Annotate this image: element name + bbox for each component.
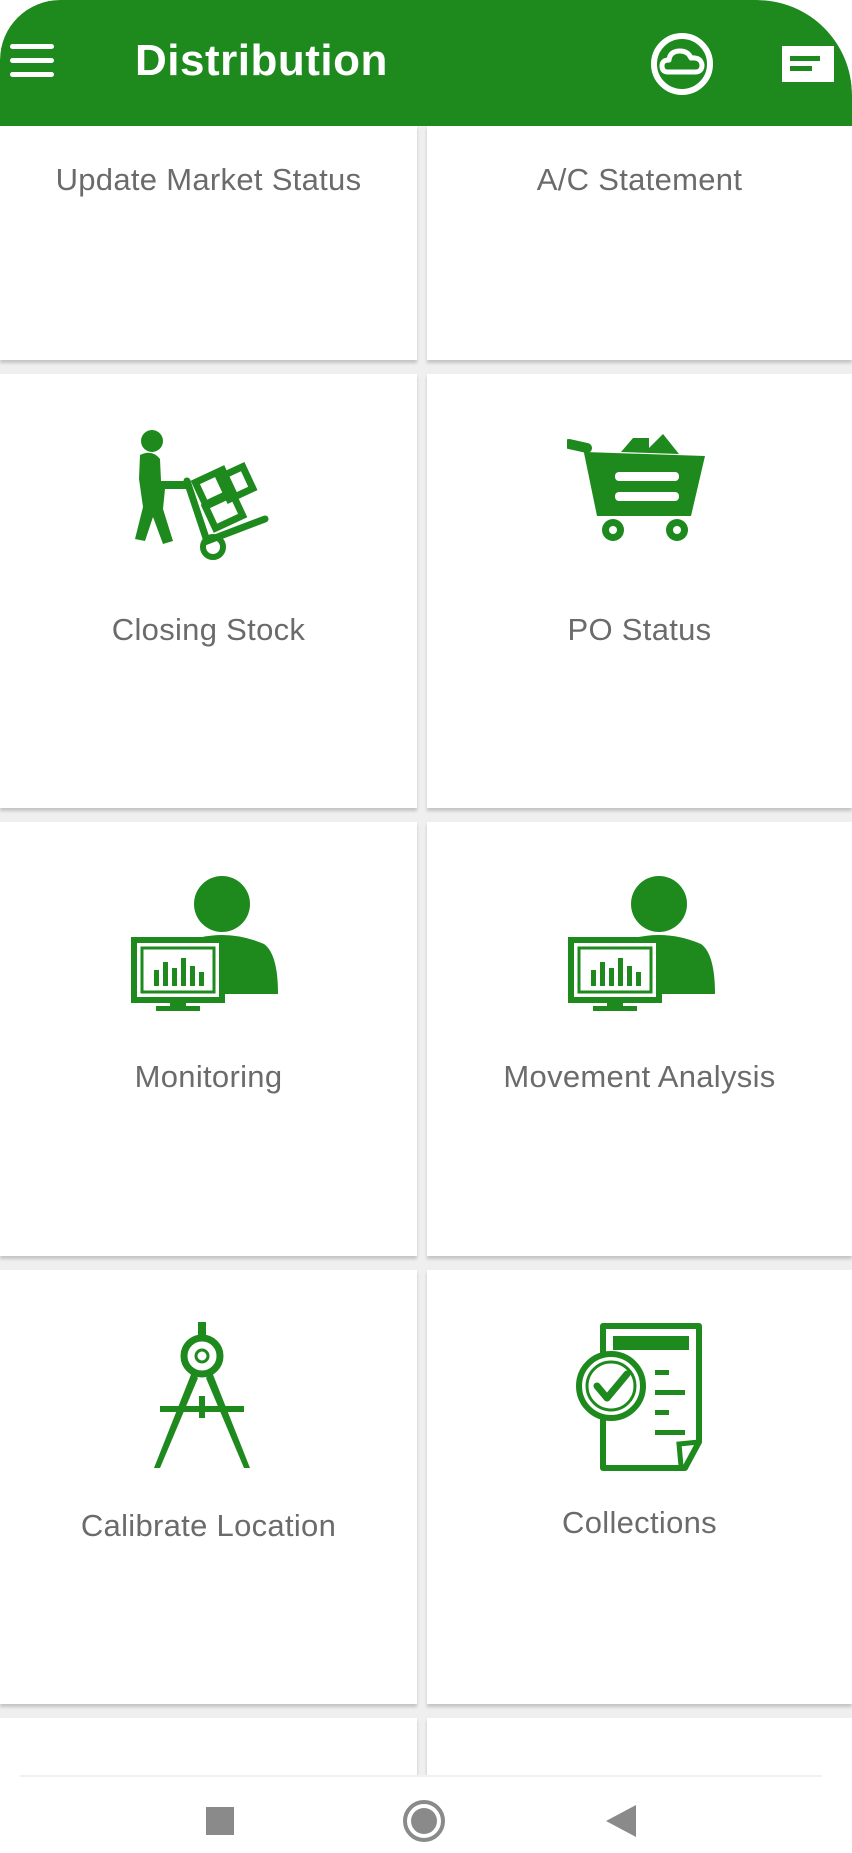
- tile-monitoring[interactable]: Monitoring: [0, 822, 417, 1256]
- analysis-user-icon: [568, 876, 715, 1011]
- tile-label: Closing Stock: [111, 612, 306, 647]
- tile-po-status[interactable]: PO Status: [427, 374, 852, 808]
- tile-label: Collections: [562, 1505, 717, 1540]
- tile-ac-statement[interactable]: A/C Statement: [427, 126, 852, 360]
- system-navigation-bar: [0, 1775, 852, 1853]
- tile-label: Update Market Status: [55, 162, 362, 197]
- navbar-divider: [20, 1775, 822, 1777]
- checklist-document-icon: [576, 1323, 702, 1471]
- tile-calibrate-location[interactable]: Calibrate Location: [0, 1270, 417, 1704]
- hamburger-menu-icon[interactable]: [10, 44, 56, 78]
- tile-label: Monitoring: [134, 1059, 283, 1094]
- page-title: Distribution: [135, 36, 388, 85]
- cloud-sync-icon[interactable]: [650, 32, 714, 96]
- compass-icon: [154, 1322, 250, 1468]
- tile-movement-analysis[interactable]: Movement Analysis: [427, 822, 852, 1256]
- tile-update-market-status[interactable]: Update Market Status: [0, 126, 417, 360]
- monitoring-user-icon: [131, 876, 278, 1011]
- app-bar: Distribution: [0, 0, 852, 126]
- recent-apps-icon[interactable]: [206, 1807, 234, 1840]
- delivery-trolley-icon: [135, 430, 269, 560]
- tile-label: Movement Analysis: [503, 1059, 776, 1094]
- tile-label: PO Status: [567, 612, 712, 647]
- message-icon[interactable]: [780, 40, 836, 90]
- home-icon[interactable]: [402, 1799, 446, 1848]
- tile-collections[interactable]: Collections: [427, 1270, 852, 1704]
- phone-screen: Distribution Update Market Status A/C St…: [0, 0, 852, 1853]
- tile-label: Calibrate Location: [80, 1508, 337, 1543]
- tile-label: A/C Statement: [536, 162, 743, 197]
- shopping-cart-icon: [567, 434, 705, 541]
- tile-closing-stock[interactable]: Closing Stock: [0, 374, 417, 808]
- back-icon[interactable]: [606, 1805, 636, 1842]
